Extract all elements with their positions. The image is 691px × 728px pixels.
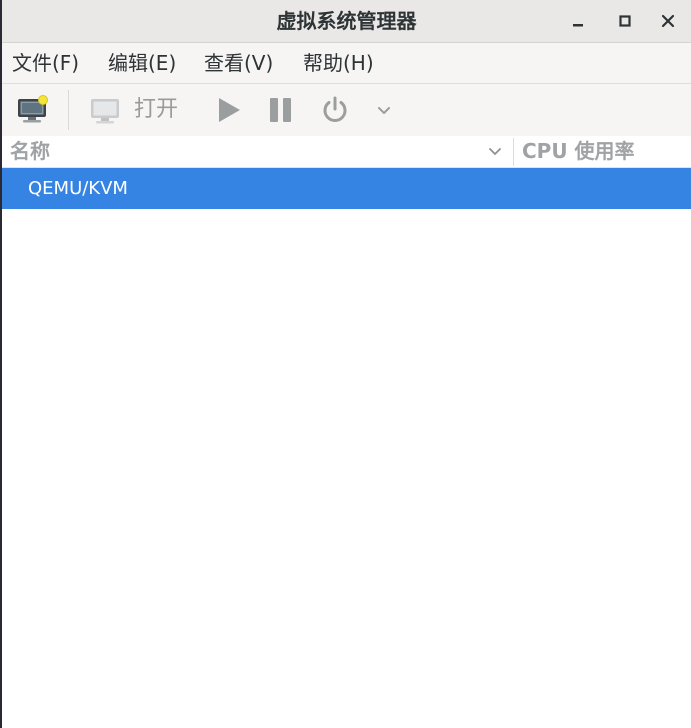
virt-manager-window: 虚拟系统管理器 文件(F) 编辑(E) 查看(V) 帮助(H) 打开 名称 CP… [2,0,691,728]
pause-icon[interactable] [267,96,295,124]
power-icon[interactable] [320,95,350,125]
column-sort-chevron-icon[interactable] [487,144,503,160]
open-button-label[interactable]: 打开 [134,96,178,124]
toolbar: 打开 [2,84,691,136]
column-divider[interactable] [513,138,514,166]
connection-label: QEMU/KVM [28,178,128,199]
menu-help[interactable]: 帮助(H) [301,43,376,83]
menu-view[interactable]: 查看(V) [202,43,275,83]
monitor-icon[interactable] [88,96,122,126]
close-icon[interactable] [657,10,679,32]
column-name-header[interactable]: 名称 [10,136,50,167]
play-icon[interactable] [214,96,242,124]
list-item[interactable]: QEMU/KVM [2,168,691,209]
menubar: 文件(F) 编辑(E) 查看(V) 帮助(H) [2,43,691,84]
toolbar-separator [68,90,69,130]
maximize-icon[interactable] [614,10,636,32]
chevron-down-icon[interactable] [376,104,392,118]
connection-list[interactable]: QEMU/KVM [2,168,691,728]
menu-edit[interactable]: 编辑(E) [106,43,178,83]
menu-file[interactable]: 文件(F) [10,43,81,83]
column-header: 名称 CPU 使用率 [2,136,691,168]
minimize-icon[interactable] [567,10,589,32]
titlebar[interactable]: 虚拟系统管理器 [2,0,691,43]
new-vm-icon[interactable] [16,95,50,125]
column-cpu-header[interactable]: CPU 使用率 [522,136,635,167]
